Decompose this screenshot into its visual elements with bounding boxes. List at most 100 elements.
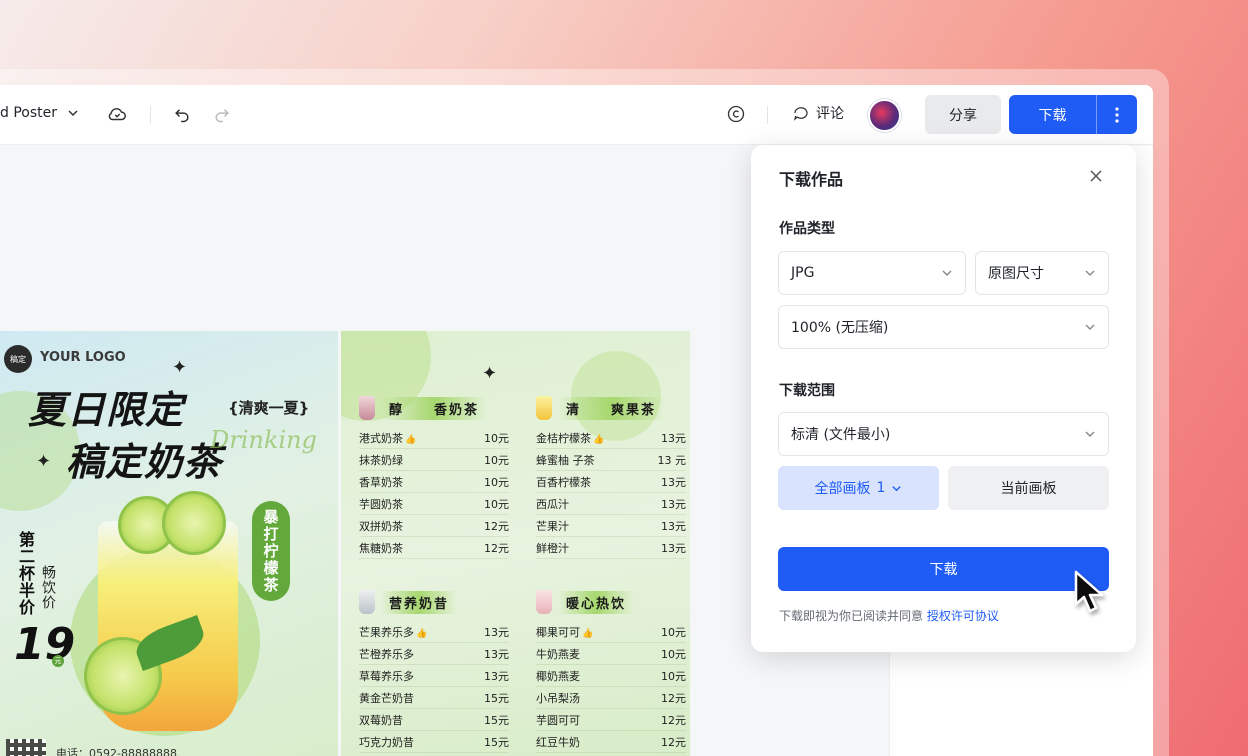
vertical-dots-icon[interactable] (1097, 95, 1137, 134)
comment-bubble-icon (793, 107, 808, 121)
chevron-down-icon (68, 110, 78, 117)
menu-section: 营养奶昔 芒果养乐多 👍 13元 芒橙养乐多 13元 草莓养乐多 13元 黄金芒奶昔 15元 双莓… (359, 587, 509, 753)
menu-item-name: 抹茶奶绿 (359, 453, 403, 467)
menu-item: 椰奶燕麦 10元 (536, 665, 686, 687)
menu-item-left: 椰奶燕麦 (536, 668, 580, 684)
menu-item: 红豆牛奶 12元 (536, 731, 686, 753)
promo-text: 第二杯半价 (16, 531, 35, 616)
poster-headline-2: 稿定奶茶 (66, 440, 223, 484)
document-title[interactable]: d Poster (0, 105, 79, 121)
menu-title: 营养奶昔 (381, 590, 458, 614)
poster-canvas[interactable]: 稿定 YOUR LOGO ✦ ✦ 夏日限定 稿定奶茶 {清爽一夏} Drinki… (0, 331, 690, 756)
cloud-sync-icon[interactable] (105, 102, 129, 126)
menu-item: 百香柠檬茶 13元 (536, 471, 686, 493)
all-artboards-count: 1 (876, 480, 886, 496)
menu-item: 芋圆奶茶 10元 (359, 493, 509, 515)
menu-item-price: 13元 (661, 519, 686, 533)
menu-item: 小吊梨汤 12元 (536, 687, 686, 709)
menu-item-name: 椰奶燕麦 (536, 669, 580, 683)
copyright-icon[interactable] (724, 102, 748, 126)
menu-item-name: 小吊梨汤 (536, 691, 580, 705)
confirm-download-button[interactable]: 下载 (778, 547, 1109, 591)
current-artboard-button[interactable]: 当前画板 (948, 466, 1109, 510)
share-button[interactable]: 分享 (925, 95, 1001, 134)
toolbar-divider (767, 106, 768, 124)
resolution-select[interactable]: 标清 (文件最小) (778, 412, 1109, 456)
redo-icon[interactable] (210, 102, 234, 126)
menu-section: 清 爽果茶 金桔柠檬茶 👍 13元 蜂蜜柚 子茶 13 元百香柠檬茶 13元 西瓜汁 13元芒… (536, 393, 686, 559)
poster-headline: 夏日限定 (28, 388, 185, 432)
menu-item-name: 双拼奶茶 (359, 519, 403, 533)
menu-item-left: 草莓养乐多 (359, 668, 414, 684)
menu-item-price: 10元 (484, 475, 509, 489)
quality-value: 100% (无压缩) (791, 320, 889, 336)
menu-item-name: 双莓奶昔 (359, 713, 403, 727)
menu-item: 芒橙养乐多 13元 (359, 643, 509, 665)
menu-title: 暖心热饮 (558, 590, 635, 614)
undo-icon[interactable] (170, 102, 194, 126)
dialog-title: 下载作品 (779, 170, 844, 189)
menu-item-price: 13元 (661, 497, 686, 511)
menu-item-left: 巧克力奶昔 (359, 734, 414, 750)
menu-item-left: 芒橙养乐多 (359, 646, 414, 662)
menu-item: 草莓养乐多 13元 (359, 665, 509, 687)
all-artboards-button[interactable]: 全部画板 1 (778, 466, 939, 510)
menu-item-name: 巧克力奶昔 (359, 735, 414, 749)
menu-item: 牛奶燕麦 10元 (536, 643, 686, 665)
type-label: 作品类型 (779, 221, 835, 237)
promo-text-2: 畅饮价 (40, 565, 56, 610)
menu-header: 营养奶昔 (359, 587, 509, 617)
menu-item-left: 西瓜汁 (536, 496, 569, 512)
milk-tea-cup-icon (359, 396, 375, 420)
quality-select[interactable]: 100% (无压缩) (778, 305, 1109, 349)
close-icon[interactable] (1085, 165, 1107, 187)
menu-item-name: 芒果汁 (536, 519, 569, 533)
qr-code (6, 739, 46, 756)
avatar[interactable] (868, 99, 901, 132)
menu-item-name: 牛奶燕麦 (536, 647, 580, 661)
menu-item-price: 12元 (484, 519, 509, 533)
menu-item-left: 双拼奶茶 (359, 518, 403, 534)
menu-title: 清 爽果茶 (558, 396, 665, 420)
size-select[interactable]: 原图尺寸 (975, 251, 1109, 295)
menu-item: 椰果可可 👍 10元 (536, 621, 686, 643)
menu-item-left: 金桔柠檬茶 👍 (536, 430, 604, 446)
menu-item-name: 港式奶茶 (359, 431, 403, 445)
license-agreement-link[interactable]: 授权许可协议 (927, 609, 999, 623)
menu-item-left: 芋圆奶茶 (359, 496, 403, 512)
thumbs-up-icon: 👍 (416, 628, 428, 639)
menu-item: 香草奶茶 10元 (359, 471, 509, 493)
menu-item-price: 10元 (661, 647, 686, 661)
download-button[interactable]: 下载 (1009, 95, 1097, 134)
menu-item-name: 蜂蜜柚 子茶 (536, 453, 595, 467)
thumbs-up-icon: 👍 (582, 628, 594, 639)
menu-section: 醇 香奶茶 港式奶茶 👍 10元 抹茶奶绿 10元 香草奶茶 10元 芋圆奶茶 10元 双拼奶茶 1… (359, 393, 509, 559)
format-select[interactable]: JPG (778, 251, 966, 295)
size-value: 原图尺寸 (988, 266, 1044, 282)
hot-drink-cup-icon (536, 590, 552, 614)
menu-item: 芋圆可可 12元 (536, 709, 686, 731)
menu-item-price: 12元 (661, 713, 686, 727)
menu-header: 醇 香奶茶 (359, 393, 509, 423)
menu-item-name: 草莓养乐多 (359, 669, 414, 683)
menu-item-name: 红豆牛奶 (536, 735, 580, 749)
menu-item-price: 15元 (484, 735, 509, 749)
comment-button[interactable]: 评论 (792, 103, 844, 123)
poster-logo: YOUR LOGO (40, 350, 126, 365)
sparkle-icon: ✦ (36, 451, 52, 472)
menu-item: 焦糖奶茶 12元 (359, 537, 509, 559)
menu-item-name: 鲜橙汁 (536, 541, 569, 555)
menu-item-price: 13元 (661, 475, 686, 489)
menu-item-name: 香草奶茶 (359, 475, 403, 489)
menu-item-price: 13 元 (657, 453, 687, 467)
range-label: 下载范围 (779, 383, 835, 399)
menu-item-name: 黄金芒奶昔 (359, 691, 414, 705)
menu-item-name: 西瓜汁 (536, 497, 569, 511)
chevron-down-icon (892, 485, 902, 491)
menu-item: 芒果汁 13元 (536, 515, 686, 537)
chevron-down-icon (1085, 270, 1095, 276)
menu-item-left: 椰果可可 👍 (536, 624, 593, 640)
menu-item-left: 牛奶燕麦 (536, 646, 580, 662)
poster-phone: 电话：0592-88888888 (56, 747, 177, 756)
menu-item-price: 10元 (661, 669, 686, 683)
